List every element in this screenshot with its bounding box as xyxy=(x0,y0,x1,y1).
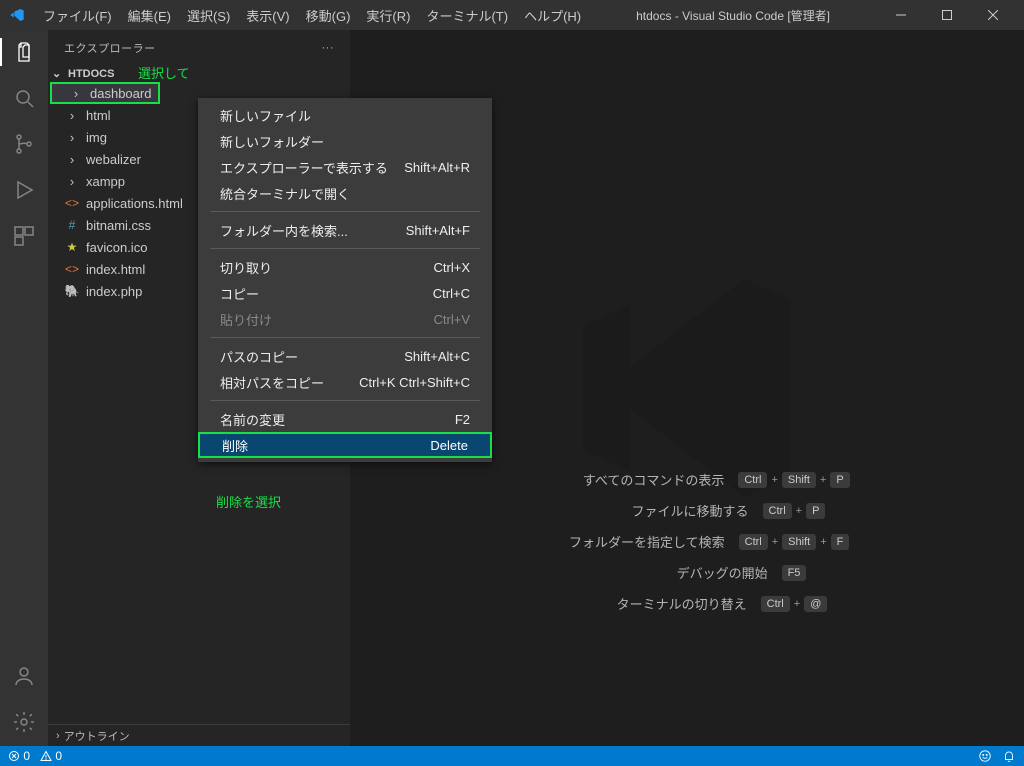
folder-label: webalizer xyxy=(86,152,141,167)
ctx-rename[interactable]: 名前の変更F2 xyxy=(198,406,492,432)
ctx-open-terminal[interactable]: 統合ターミナルで開く xyxy=(198,180,492,206)
welcome-showall-kbd: Ctrl+Shift+P xyxy=(738,472,849,488)
html-file-icon: <> xyxy=(64,261,80,277)
welcome-toggleterm-label: ターミナルの切り替え xyxy=(547,594,747,613)
explorer-icon[interactable] xyxy=(0,38,48,66)
outline-label: アウトライン xyxy=(64,728,130,744)
accounts-icon[interactable] xyxy=(10,662,38,690)
status-warnings[interactable]: 0 xyxy=(40,749,62,763)
window-maximize-button[interactable] xyxy=(924,0,970,30)
chevron-right-icon: › xyxy=(56,730,60,742)
favicon-file-icon: ★ xyxy=(64,239,80,255)
chevron-right-icon: › xyxy=(64,108,80,123)
menu-terminal[interactable]: ターミナル(T) xyxy=(419,2,515,29)
activity-bar xyxy=(0,30,48,746)
annotation-select: 選択して xyxy=(138,63,190,82)
outline-section[interactable]: › アウトライン xyxy=(48,724,350,746)
ctx-reveal-explorer[interactable]: エクスプローラーで表示するShift+Alt+R xyxy=(198,154,492,180)
welcome-gotofile-kbd: Ctrl+P xyxy=(763,503,826,519)
chevron-right-icon: › xyxy=(68,86,84,101)
ctx-new-folder[interactable]: 新しいフォルダー xyxy=(198,128,492,154)
window-close-button[interactable] xyxy=(970,0,1016,30)
sidebar-title-label: エクスプローラー xyxy=(64,40,156,56)
menu-bar: ファイル(F) 編集(E) 選択(S) 表示(V) 移動(G) 実行(R) ター… xyxy=(36,2,588,29)
menu-file[interactable]: ファイル(F) xyxy=(36,2,119,29)
welcome-debug-kbd: F5 xyxy=(782,565,807,581)
folder-label: html xyxy=(86,108,111,123)
welcome-findfolder-label: フォルダーを指定して検索 xyxy=(525,532,725,551)
window-minimize-button[interactable] xyxy=(878,0,924,30)
css-file-icon: # xyxy=(64,217,80,233)
source-control-icon[interactable] xyxy=(10,130,38,158)
window-title: htdocs - Visual Studio Code [管理者] xyxy=(588,7,878,24)
welcome-debug-label: デバッグの開始 xyxy=(568,563,768,582)
welcome-gotofile-label: ファイルに移動する xyxy=(549,501,749,520)
vscode-app-icon xyxy=(8,6,26,24)
chevron-right-icon: › xyxy=(64,174,80,189)
run-debug-icon[interactable] xyxy=(10,176,38,204)
ctx-cut[interactable]: 切り取りCtrl+X xyxy=(198,254,492,280)
ctx-delete[interactable]: 削除Delete xyxy=(198,432,492,458)
folder-label: img xyxy=(86,130,107,145)
context-menu: 新しいファイル 新しいフォルダー エクスプローラーで表示するShift+Alt+… xyxy=(198,98,492,462)
folder-label: dashboard xyxy=(90,86,151,101)
menu-go[interactable]: 移動(G) xyxy=(299,2,358,29)
file-label: favicon.ico xyxy=(86,240,147,255)
menu-run[interactable]: 実行(R) xyxy=(359,2,417,29)
ctx-separator xyxy=(210,337,480,338)
menu-edit[interactable]: 編集(E) xyxy=(121,2,178,29)
welcome-showall-label: すべてのコマンドの表示 xyxy=(524,470,724,489)
ctx-copy-path[interactable]: パスのコピーShift+Alt+C xyxy=(198,343,492,369)
php-file-icon: 🐘 xyxy=(64,283,80,299)
file-label: index.html xyxy=(86,262,145,277)
ctx-paste: 貼り付けCtrl+V xyxy=(198,306,492,332)
ctx-new-file[interactable]: 新しいファイル xyxy=(198,102,492,128)
chevron-right-icon: › xyxy=(64,152,80,167)
welcome-toggleterm-kbd: Ctrl+@ xyxy=(761,596,828,612)
chevron-right-icon: › xyxy=(64,130,80,145)
gear-icon[interactable] xyxy=(10,708,38,736)
search-icon[interactable] xyxy=(10,84,38,112)
project-header[interactable]: ⌄ HTDOCS xyxy=(48,65,350,82)
folder-label: xampp xyxy=(86,174,125,189)
ctx-separator xyxy=(210,400,480,401)
file-label: bitnami.css xyxy=(86,218,151,233)
ctx-copy[interactable]: コピーCtrl+C xyxy=(198,280,492,306)
tree-folder-dashboard[interactable]: › dashboard xyxy=(50,82,160,104)
status-bar: 0 0 xyxy=(0,746,1024,766)
ctx-separator xyxy=(210,211,480,212)
ctx-copy-relative-path[interactable]: 相対パスをコピーCtrl+K Ctrl+Shift+C xyxy=(198,369,492,395)
file-label: applications.html xyxy=(86,196,183,211)
status-errors[interactable]: 0 xyxy=(8,749,30,763)
html-file-icon: <> xyxy=(64,195,80,211)
chevron-down-icon: ⌄ xyxy=(52,67,64,80)
menu-select[interactable]: 選択(S) xyxy=(180,2,237,29)
project-name: HTDOCS xyxy=(68,68,114,80)
annotation-delete: 削除を選択 xyxy=(216,492,281,511)
file-label: index.php xyxy=(86,284,142,299)
extensions-icon[interactable] xyxy=(10,222,38,250)
menu-help[interactable]: ヘルプ(H) xyxy=(517,2,588,29)
menu-view[interactable]: 表示(V) xyxy=(239,2,296,29)
sidebar-more-icon[interactable]: ··· xyxy=(322,42,335,54)
welcome-findfolder-kbd: Ctrl+Shift+F xyxy=(739,534,850,550)
ctx-separator xyxy=(210,248,480,249)
ctx-find-in-folder[interactable]: フォルダー内を検索...Shift+Alt+F xyxy=(198,217,492,243)
status-bell-icon[interactable] xyxy=(1002,749,1016,763)
status-feedback-icon[interactable] xyxy=(978,749,992,763)
